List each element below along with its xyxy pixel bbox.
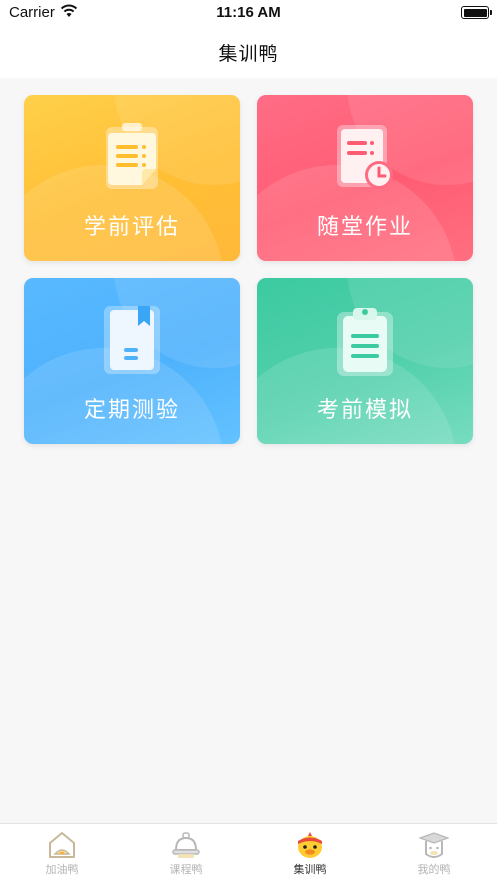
tab-label: 课程鸭: [169, 863, 203, 876]
battery-icon: [461, 6, 492, 19]
clock: 11:16 AM: [216, 4, 281, 21]
clipboard-list-icon: [106, 123, 158, 189]
card-label: 学前评估: [83, 215, 180, 240]
card-pre-assessment[interactable]: 学前评估: [24, 95, 240, 261]
card-pre-exam-mock[interactable]: 考前模拟: [257, 278, 473, 444]
home-duck-icon: [49, 832, 75, 858]
tab-jixunya[interactable]: 集训鸭: [270, 830, 350, 877]
card-regular-quiz[interactable]: 定期测验: [24, 278, 240, 444]
status-bar: Carrier 11:16 AM: [0, 0, 497, 26]
tab-jiayouya[interactable]: 加油鸭: [22, 830, 102, 877]
navigation-bar: 集训鸭: [0, 26, 497, 78]
card-classroom-homework[interactable]: 随堂作业: [257, 95, 473, 261]
bell-duck-icon: [172, 832, 200, 858]
graduate-duck-icon: [418, 832, 450, 858]
tab-label: 加油鸭: [45, 863, 79, 876]
page-title: 集训鸭: [218, 42, 279, 65]
card-label: 定期测验: [83, 398, 180, 423]
tab-kechengya[interactable]: 课程鸭: [146, 830, 226, 877]
duck-headband-icon: [298, 832, 322, 858]
card-label: 随堂作业: [316, 215, 413, 240]
clipboard-lines-icon: [337, 308, 393, 376]
tab-label: 我的鸭: [417, 863, 451, 876]
tab-wodeya[interactable]: 我的鸭: [394, 830, 474, 877]
tab-label: 集训鸭: [293, 863, 327, 876]
bookmark-document-icon: [104, 306, 160, 374]
card-label: 考前模拟: [316, 398, 413, 423]
tab-bar: 加油鸭 课程鸭 集训鸭 我的鸭: [0, 823, 497, 883]
document-clock-icon: [337, 125, 393, 189]
